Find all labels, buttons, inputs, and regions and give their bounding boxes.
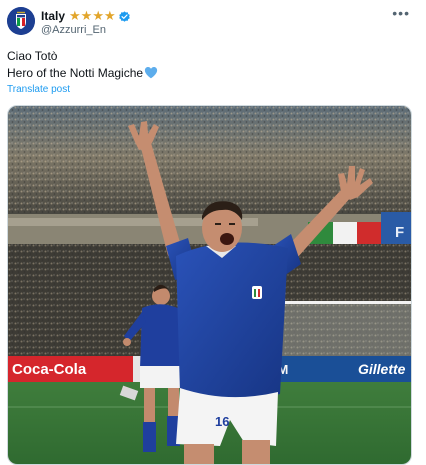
blue-heart-icon <box>144 66 158 79</box>
translate-post-link[interactable]: Translate post <box>7 84 70 96</box>
flag-text: F <box>395 224 404 241</box>
post-text-line: Hero of the Notti Magiche <box>7 66 144 80</box>
figc-crest-icon <box>7 7 35 35</box>
ad-board-coca-cola: Coca-Cola <box>12 361 87 378</box>
post-photo[interactable]: F Coca-Cola FILM Gillette <box>7 105 412 465</box>
display-name[interactable]: Italy <box>41 8 65 24</box>
star-icon: ★ <box>92 8 104 23</box>
post-text-line: Ciao Totò <box>7 49 58 63</box>
rating-stars: ★ ★ ★ ★ <box>69 9 116 23</box>
verified-badge-icon <box>118 10 130 22</box>
star-icon: ★ <box>80 8 93 23</box>
handle[interactable]: @Azzurri_En <box>41 23 106 37</box>
celebration-photo: F Coca-Cola FILM Gillette <box>8 106 411 464</box>
star-icon: ★ <box>103 8 116 23</box>
ad-board-gillette: Gillette <box>358 361 406 377</box>
avatar[interactable] <box>7 7 35 35</box>
star-icon: ★ <box>69 8 81 23</box>
post-header: Italy ★ ★ ★ ★ @Azzurri_En ••• <box>0 0 426 44</box>
more-options-icon[interactable]: ••• <box>392 6 410 20</box>
shorts-number: 16 <box>215 414 229 429</box>
post-text-line-with-emoji: Hero of the Notti Magiche <box>7 65 158 82</box>
post-text: Ciao Totò Hero of the Notti Magiche <box>7 48 158 82</box>
